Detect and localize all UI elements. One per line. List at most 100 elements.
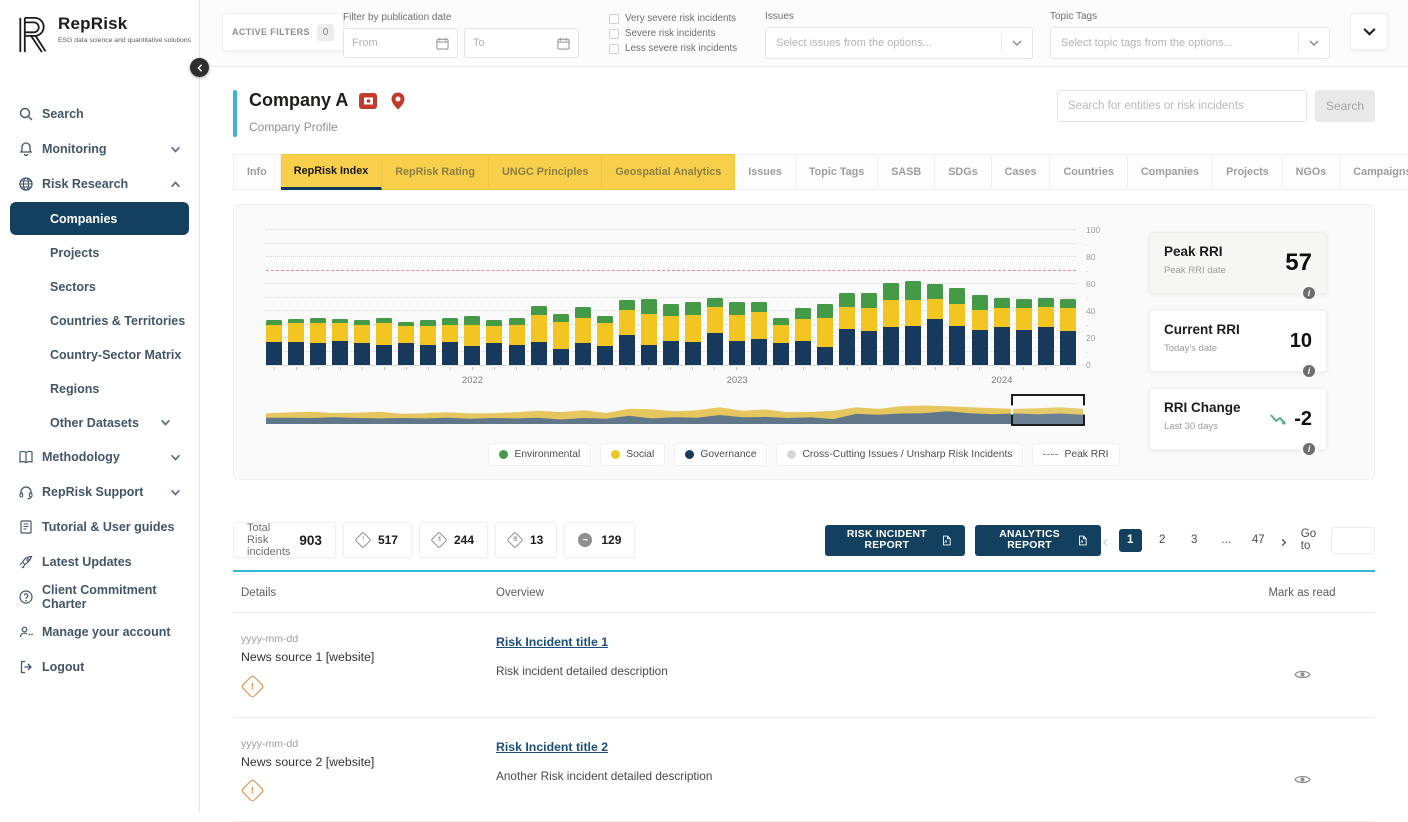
governance-segment — [288, 342, 304, 365]
social-segment — [839, 307, 855, 329]
social-segment — [949, 304, 965, 326]
pagination-page-47[interactable]: 47 — [1247, 529, 1270, 552]
sidebar-item-sectors[interactable]: Sectors — [10, 270, 189, 303]
chart-bar — [972, 295, 988, 365]
flag-badge-icon[interactable] — [358, 91, 378, 111]
map-pin-icon[interactable] — [388, 91, 408, 111]
environmental-segment — [619, 300, 635, 309]
sidebar-item-methodology[interactable]: Methodology — [0, 440, 199, 474]
chart-bar — [905, 281, 921, 365]
pagination: 123...47Go to — [1101, 527, 1375, 554]
tab-ngos[interactable]: NGOs — [1283, 154, 1341, 190]
tab-sasb[interactable]: SASB — [878, 154, 935, 190]
pdf-file-icon: A — [1078, 534, 1087, 547]
sidebar-item-monitoring[interactable]: Monitoring — [0, 132, 199, 166]
x-tick — [531, 367, 547, 370]
x-tick — [773, 367, 789, 370]
pagination-page-1[interactable]: 1 — [1119, 529, 1142, 552]
search-button[interactable]: Search — [1315, 90, 1375, 122]
tab-info[interactable]: Info — [233, 154, 281, 190]
tab-reprisk-rating[interactable]: RepRisk Rating — [382, 154, 489, 190]
severity-checkbox-less[interactable]: Less severe risk incidents — [609, 41, 737, 56]
tab-ungc-principles[interactable]: UNGC Principles — [489, 154, 602, 190]
active-filters-button[interactable]: ACTIVE FILTERS 0 — [222, 13, 344, 51]
x-tick — [266, 367, 282, 370]
sidebar-item-projects[interactable]: Projects — [10, 236, 189, 269]
sidebar-item-manage-your-account[interactable]: Manage your account — [0, 615, 199, 649]
tab-countries[interactable]: Countries — [1050, 154, 1127, 190]
active-filters-count-badge: 0 — [317, 24, 334, 41]
incident-title-link[interactable]: Risk Incident title 1 — [496, 635, 608, 649]
chart-bar — [927, 284, 943, 365]
minimap-brush-handle[interactable] — [1011, 394, 1085, 426]
total-risk-incidents-pill: Total Risk incidents903 — [233, 522, 336, 558]
topic-tags-select[interactable]: Select topic tags from the options... — [1050, 27, 1330, 59]
sidebar-item-other-datasets[interactable]: Other Datasets — [10, 406, 189, 439]
sidebar-item-reprisk-support[interactable]: RepRisk Support — [0, 475, 199, 509]
tab-reprisk-index[interactable]: RepRisk Index — [281, 154, 382, 190]
tab-projects[interactable]: Projects — [1213, 154, 1283, 190]
sidebar: RepRisk ESG data science and quantitativ… — [0, 0, 200, 812]
social-segment — [861, 308, 877, 331]
analytics-report-button[interactable]: ANALYTICS REPORT A — [975, 525, 1100, 556]
info-icon[interactable]: i — [1301, 285, 1317, 301]
sidebar-item-companies[interactable]: Companies — [10, 202, 189, 235]
risk-incident-report-button[interactable]: RISK INCIDENT REPORT A — [825, 525, 965, 556]
info-icon[interactable]: i — [1301, 441, 1317, 457]
sidebar-item-latest-updates[interactable]: Latest Updates — [0, 545, 199, 579]
tab-campaigns[interactable]: Campaigns — [1340, 154, 1408, 190]
tab-topic-tags[interactable]: Topic Tags — [796, 154, 878, 190]
eye-icon[interactable] — [1294, 772, 1311, 783]
legend-label: Environmental — [514, 449, 580, 460]
headset-icon — [18, 484, 34, 500]
trend-down-icon — [1270, 413, 1290, 426]
entity-search-input[interactable] — [1057, 90, 1307, 122]
tab-issues[interactable]: Issues — [735, 154, 796, 190]
legend-item-crosscutting: Cross-Cutting Issues / Unsharp Risk Inci… — [776, 443, 1023, 466]
severity-checkbox-very[interactable]: Very severe risk incidents — [609, 11, 737, 26]
pagination-page-2[interactable]: 2 — [1151, 529, 1174, 552]
tab-companies[interactable]: Companies — [1128, 154, 1213, 190]
sidebar-item-tutorial-user-guides[interactable]: Tutorial & User guides — [0, 510, 199, 544]
eye-icon[interactable] — [1294, 667, 1311, 678]
social-segment — [442, 325, 458, 343]
chart-bar — [354, 320, 370, 365]
x-tick — [927, 367, 943, 370]
kpi-value: 10 — [1290, 330, 1312, 353]
sidebar-item-regions[interactable]: Regions — [10, 372, 189, 405]
pagination-page-3[interactable]: 3 — [1183, 529, 1206, 552]
calendar-icon — [557, 37, 570, 50]
goto-page-input[interactable] — [1331, 527, 1375, 554]
expand-filters-button[interactable] — [1350, 13, 1388, 50]
sidebar-item-logout[interactable]: Logout — [0, 650, 199, 684]
tab-geospatial-analytics[interactable]: Geospatial Analytics — [602, 154, 735, 190]
social-segment — [707, 307, 723, 333]
x-tick — [751, 367, 767, 370]
date-to-input[interactable]: To — [464, 28, 579, 58]
tab-cases[interactable]: Cases — [992, 154, 1051, 190]
severity-checkbox-severe[interactable]: Severe risk incidents — [609, 26, 737, 41]
environmental-segment — [817, 304, 833, 318]
tab-sdgs[interactable]: SDGs — [935, 154, 991, 190]
incident-title-link[interactable]: Risk Incident title 2 — [496, 740, 608, 754]
sidebar-item-country-sector-matrix[interactable]: Country-Sector Matrix — [10, 338, 189, 371]
info-icon[interactable]: i — [1301, 363, 1317, 379]
sidebar-item-search[interactable]: Search — [0, 97, 199, 131]
checkbox-icon — [609, 44, 619, 54]
environmental-segment — [949, 288, 965, 304]
date-to-placeholder: To — [473, 37, 485, 49]
sidebar-collapse-button[interactable] — [190, 58, 209, 77]
social-segment — [1038, 307, 1054, 327]
brush-right-handle[interactable] — [1083, 406, 1085, 415]
pagination-prev-button[interactable] — [1101, 534, 1110, 546]
sidebar-item-countries-territories[interactable]: Countries & Territories — [10, 304, 189, 337]
sidebar-item-risk-research[interactable]: Risk Research — [0, 167, 199, 201]
issues-select[interactable]: Select issues from the options... — [765, 27, 1033, 59]
sidebar-item-client-commitment-charter[interactable]: Client Commitment Charter — [0, 580, 199, 614]
topic-tags-placeholder: Select topic tags from the options... — [1051, 37, 1298, 49]
brush-left-handle[interactable] — [1011, 406, 1013, 415]
chevron-left-icon — [196, 64, 204, 72]
date-from-input[interactable]: From — [343, 28, 458, 58]
active-filters-label: ACTIVE FILTERS — [232, 27, 310, 37]
pagination-next-button[interactable] — [1279, 534, 1288, 546]
